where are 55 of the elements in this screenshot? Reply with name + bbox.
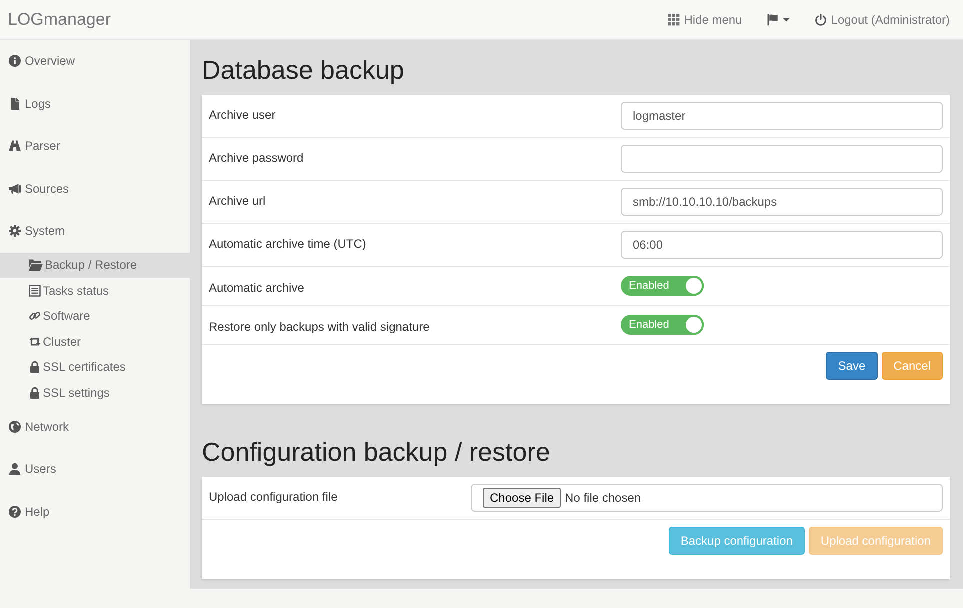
sidebar-item[interactable]: Network <box>0 406 190 448</box>
power-icon <box>815 14 828 26</box>
section-heading: Configuration backup / restore <box>202 436 552 469</box>
sidebar-item[interactable]: System <box>0 210 190 252</box>
flag-icon <box>767 14 780 26</box>
gear-icon <box>9 225 21 238</box>
lock-icon <box>29 386 41 399</box>
knob-icon <box>684 315 704 335</box>
file-status: No file chosen <box>565 490 642 507</box>
field-label: Archive url <box>209 194 266 208</box>
section-heading: Database backup <box>202 54 406 87</box>
megaphone-icon <box>9 182 21 195</box>
hide-menu-link[interactable]: Hide menu <box>668 10 742 28</box>
sidebar-item[interactable]: Sources <box>0 168 190 210</box>
sidebar-item[interactable]: Software <box>0 304 190 329</box>
field-label: Automatic archive <box>209 281 304 295</box>
globe-icon <box>9 420 21 433</box>
knob-icon <box>684 276 704 296</box>
text-field[interactable]: 06:00 <box>621 231 943 259</box>
list-icon <box>29 284 41 297</box>
sidebar-item[interactable]: Overview <box>0 40 190 82</box>
caret-icon <box>783 18 790 22</box>
lock-icon <box>29 361 41 374</box>
field-label: Archive user <box>209 108 276 122</box>
folder-icon <box>29 258 43 272</box>
brand-title: LOGmanager <box>8 8 111 31</box>
field-label: Automatic archive time (UTC) <box>209 237 366 251</box>
sidebar-item[interactable]: Backup / Restore <box>0 252 190 278</box>
road-icon <box>9 140 21 152</box>
field-label: Upload configuration file <box>209 490 338 504</box>
sidebar-item[interactable]: Cluster <box>0 329 190 354</box>
field-label: Restore only backups with valid signature <box>209 320 430 334</box>
sidebar-item[interactable]: Logs <box>0 82 190 125</box>
grid-icon <box>668 14 680 26</box>
choose-file-button[interactable]: Choose File <box>483 488 562 508</box>
text-field[interactable]: smb://10.10.10.10/backups <box>621 188 943 216</box>
password-field[interactable] <box>621 145 943 173</box>
repeat-arrows-icon <box>29 336 41 348</box>
file-icon <box>9 98 21 110</box>
sidebar-item[interactable]: Parser <box>0 125 190 168</box>
file-input-field[interactable]: Choose File No file chosen <box>471 484 943 512</box>
info-icon <box>9 55 21 68</box>
sidebar-item[interactable]: Help <box>0 490 190 533</box>
language-menu[interactable] <box>767 14 790 26</box>
sidebar-item[interactable]: SSL settings <box>0 380 190 406</box>
link-icon <box>29 310 41 322</box>
action-button[interactable]: Save <box>826 352 878 380</box>
sidebar-item[interactable]: Users <box>0 448 190 490</box>
sidebar-item[interactable]: SSL certificates <box>0 354 190 380</box>
text-field[interactable]: logmaster <box>621 102 943 130</box>
logout-link[interactable]: Logout (Administrator) <box>815 10 950 28</box>
sidebar-item[interactable]: Tasks status <box>0 278 190 304</box>
user-icon <box>9 463 21 476</box>
help-icon <box>9 506 21 518</box>
field-label: Archive password <box>209 151 304 165</box>
